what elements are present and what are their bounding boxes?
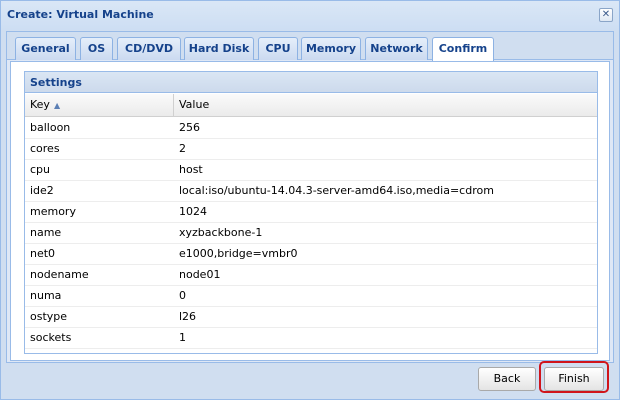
tab-network[interactable]: Network	[365, 37, 428, 60]
row-value: 1	[179, 331, 186, 344]
table-row[interactable]: memory 1024	[25, 202, 597, 223]
settings-title: Settings	[25, 72, 597, 93]
row-value: host	[179, 163, 203, 176]
table-row[interactable]: numa 0	[25, 286, 597, 307]
table-row[interactable]: balloon 256	[25, 118, 597, 139]
row-key: nodename	[30, 268, 89, 281]
table-row[interactable]: ostype l26	[25, 307, 597, 328]
close-icon[interactable]: ✕	[599, 8, 613, 22]
table-row[interactable]: nodename node01	[25, 265, 597, 286]
column-header-key-label: Key	[30, 98, 50, 111]
column-header-value-label: Value	[179, 98, 210, 111]
row-key: sockets	[30, 331, 72, 344]
tab-confirm[interactable]: Confirm	[432, 37, 494, 61]
dialog-title: Create: Virtual Machine	[7, 8, 154, 21]
tab-cd-dvd[interactable]: CD/DVD	[117, 37, 181, 60]
sort-ascending-icon: ▲	[53, 101, 61, 110]
row-value: e1000,bridge=vmbr0	[179, 247, 298, 260]
dialog-titlebar: Create: Virtual Machine ✕	[1, 1, 619, 30]
row-key: numa	[30, 289, 62, 302]
settings-grid: Settings Key▲ Value balloon 256 cores 2	[24, 71, 598, 354]
table-row[interactable]: cpu host	[25, 160, 597, 181]
table-row[interactable]: ide2 local:iso/ubuntu-14.04.3-server-amd…	[25, 181, 597, 202]
create-vm-dialog: Create: Virtual Machine ✕ General OS CD/…	[0, 0, 620, 400]
row-value: 1024	[179, 205, 207, 218]
row-key: balloon	[30, 121, 71, 134]
table-row[interactable]: sockets 1	[25, 328, 597, 349]
tab-memory[interactable]: Memory	[301, 37, 361, 60]
finish-button[interactable]: Finish	[544, 367, 604, 391]
settings-rows: balloon 256 cores 2 cpu host ide2 local:…	[25, 118, 597, 349]
row-key: net0	[30, 247, 56, 260]
row-value: 256	[179, 121, 200, 134]
row-key: memory	[30, 205, 76, 218]
tab-general[interactable]: General	[15, 37, 76, 60]
confirm-tab-content: Settings Key▲ Value balloon 256 cores 2	[10, 61, 610, 361]
row-key: cpu	[30, 163, 51, 176]
row-value: local:iso/ubuntu-14.04.3-server-amd64.is…	[179, 184, 494, 197]
column-header-value[interactable]: Value	[174, 94, 597, 117]
back-button[interactable]: Back	[478, 367, 536, 391]
row-value: 2	[179, 142, 186, 155]
table-row[interactable]: net0 e1000,bridge=vmbr0	[25, 244, 597, 265]
table-row[interactable]: cores 2	[25, 139, 597, 160]
tab-bar: General OS CD/DVD Hard Disk CPU Memory N…	[7, 32, 613, 61]
row-key: cores	[30, 142, 60, 155]
row-key: ostype	[30, 310, 68, 323]
tab-os[interactable]: OS	[80, 37, 113, 60]
row-value: xyzbackbone-1	[179, 226, 263, 239]
row-value: node01	[179, 268, 221, 281]
row-key: ide2	[30, 184, 54, 197]
row-value: 0	[179, 289, 186, 302]
dialog-body: General OS CD/DVD Hard Disk CPU Memory N…	[6, 31, 614, 363]
row-value: l26	[179, 310, 197, 323]
column-header-key[interactable]: Key ▲	[25, 94, 174, 117]
tab-cpu[interactable]: CPU	[258, 37, 298, 60]
table-row[interactable]: name xyzbackbone-1	[25, 223, 597, 244]
row-key: name	[30, 226, 62, 239]
tab-hard-disk[interactable]: Hard Disk	[184, 37, 254, 60]
